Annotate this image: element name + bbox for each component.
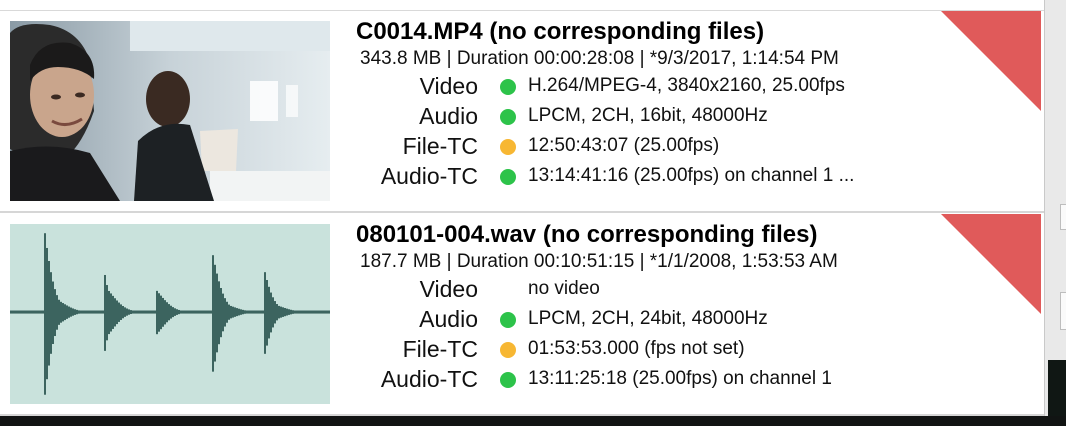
clip-row[interactable]: C0014.MP4 (no corresponding files) 343.8… [0,11,1044,213]
green-status-icon [500,79,516,95]
row-value: 01:53:53.000 (fps not set) [528,338,745,359]
clip-thumbnail[interactable] [10,21,330,201]
video-frame-image [10,21,330,201]
row-label: File-TC [402,133,478,159]
green-status-icon [500,312,516,328]
info-row-file-tc: File-TC 12:50:43:07 (25.00fps) [356,131,1044,161]
row-label: Audio-TC [380,163,478,189]
row-value: 13:11:25:18 (25.00fps) on channel 1 [528,368,832,389]
clip-thumbnail[interactable] [10,224,330,404]
no-match-flag-icon [941,11,1041,111]
green-status-icon [500,372,516,388]
row-label: Audio [419,103,478,129]
clip-row[interactable]: 080101-004.wav (no corresponding files) … [0,214,1044,416]
list-top-edge [0,0,1044,11]
row-value: H.264/MPEG-4, 3840x2160, 25.00fps [528,75,845,96]
green-status-icon [500,109,516,125]
row-label: Video [419,276,478,302]
row-label: Audio-TC [380,366,478,392]
orange-status-icon [500,342,516,358]
orange-status-icon [500,139,516,155]
row-value: LPCM, 2CH, 24bit, 48000Hz [528,308,768,329]
info-row-file-tc: File-TC 01:53:53.000 (fps not set) [356,334,1044,364]
audio-waveform-image [10,224,330,404]
green-status-icon [500,169,516,185]
row-value: 12:50:43:07 (25.00fps) [528,135,720,156]
no-match-flag-icon [941,214,1041,314]
row-value: 13:14:41:16 (25.00fps) on channel 1 ... [528,165,855,186]
row-label: Video [419,73,478,99]
row-value: no video [528,278,600,299]
row-label: Audio [419,306,478,332]
row-label: File-TC [402,336,478,362]
background-strip [0,416,1066,426]
info-row-audio-tc: Audio-TC 13:14:41:16 (25.00fps) on chann… [356,161,1044,191]
scroll-control[interactable] [1060,204,1066,230]
row-value: LPCM, 2CH, 16bit, 48000Hz [528,105,768,126]
info-row-audio-tc: Audio-TC 13:11:25:18 (25.00fps) on chann… [356,364,1044,394]
scroll-control[interactable] [1060,292,1066,330]
